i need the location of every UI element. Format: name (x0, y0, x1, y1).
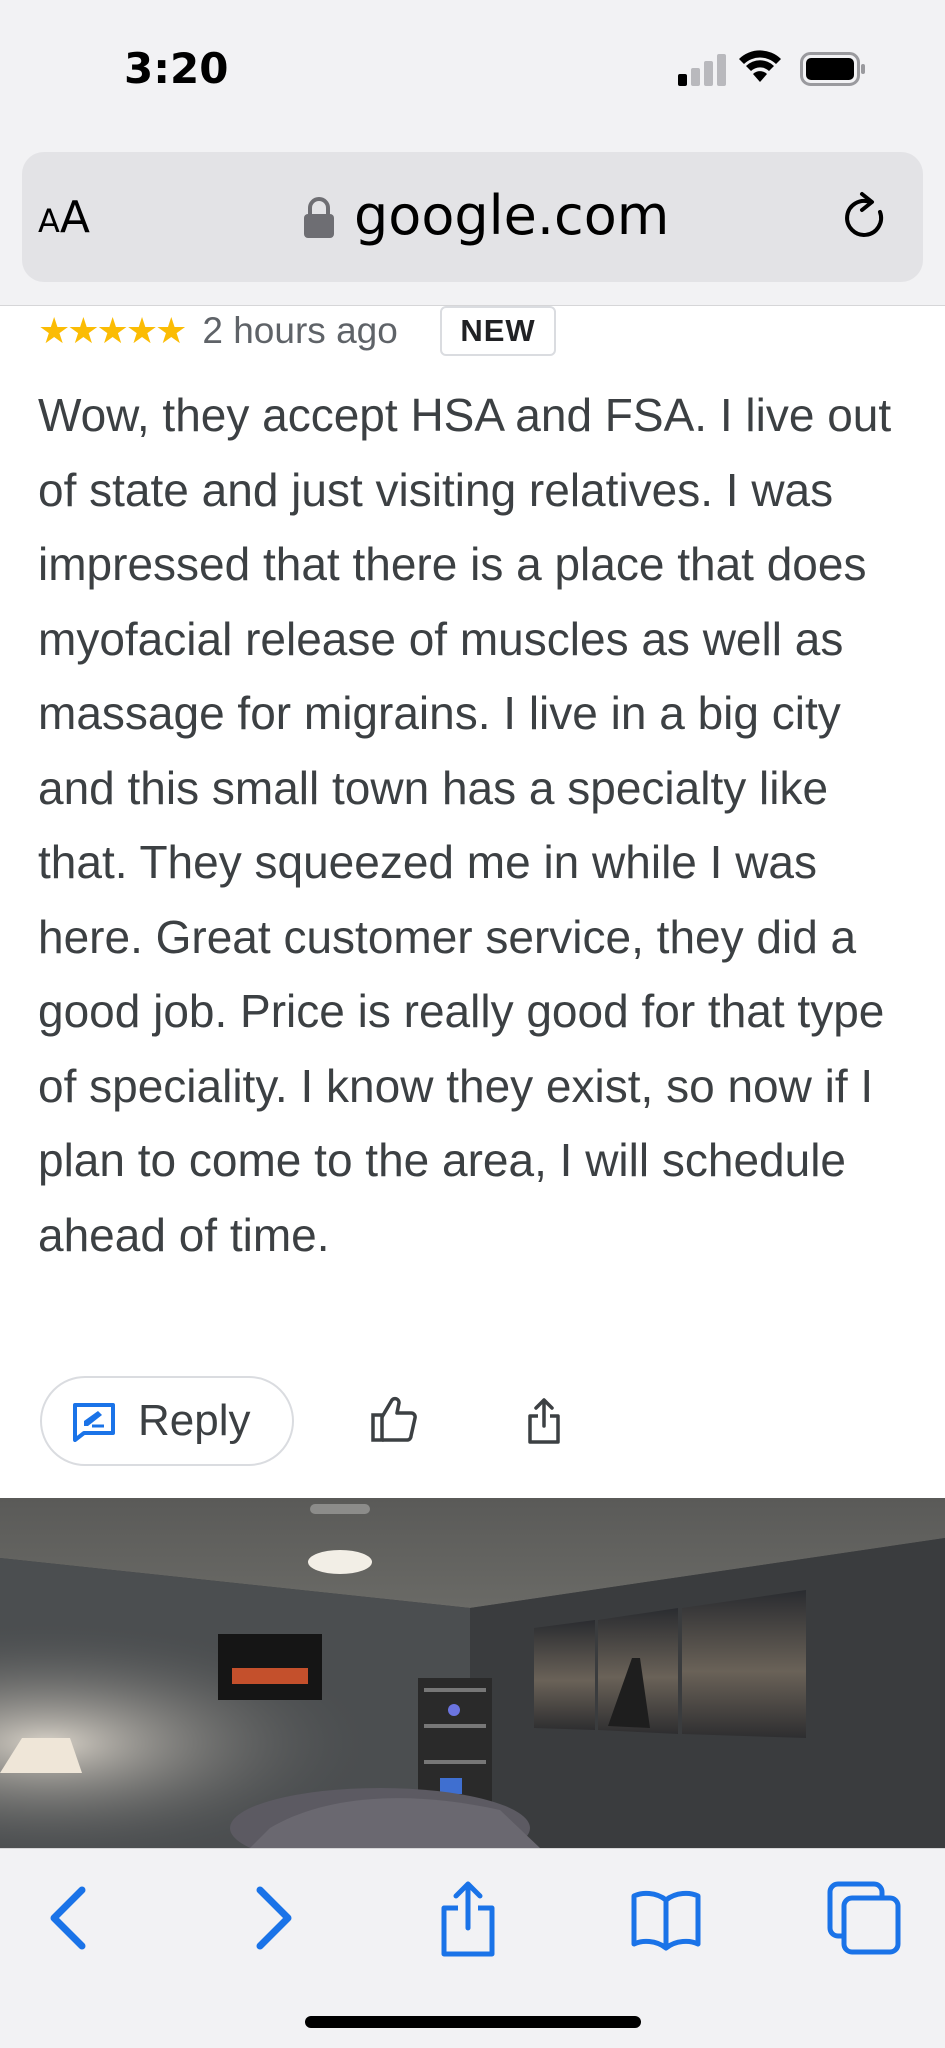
cellular-signal-icon (678, 52, 726, 86)
wifi-icon (739, 50, 781, 82)
bookmarks-book-icon[interactable] (626, 1878, 706, 1958)
aa-small-label: A (38, 202, 60, 240)
review-meta: ★★★★★ 2 hours ago (38, 306, 398, 356)
reply-label: Reply (138, 1396, 251, 1445)
review-photo[interactable] (0, 1498, 945, 1848)
lock-icon (304, 197, 334, 238)
battery-icon (800, 52, 865, 86)
thumbs-up-icon[interactable] (370, 1394, 418, 1444)
new-badge: NEW (440, 306, 556, 356)
aa-large-label: A (59, 192, 90, 243)
reader-options-button[interactable]: AA (38, 192, 90, 243)
url-text[interactable]: google.com (354, 184, 669, 247)
review-text: Wow, they accept HSA and FSA. I live out… (38, 389, 892, 1261)
toolbar-share-icon[interactable] (428, 1878, 508, 1958)
tabs-icon[interactable] (824, 1878, 904, 1958)
star-rating: ★★★★★ (38, 310, 187, 352)
home-indicator (305, 2016, 641, 2028)
reload-icon[interactable] (840, 190, 892, 246)
chevron-left-icon[interactable] (30, 1878, 110, 1958)
reply-edit-icon (73, 1403, 115, 1442)
status-bar: 3:20 (0, 0, 945, 140)
reply-button[interactable]: Reply (40, 1376, 294, 1466)
share-icon[interactable] (526, 1396, 562, 1446)
chevron-right-icon[interactable] (232, 1878, 312, 1958)
status-time: 3:20 (124, 44, 229, 93)
review-time: 2 hours ago (202, 310, 398, 351)
